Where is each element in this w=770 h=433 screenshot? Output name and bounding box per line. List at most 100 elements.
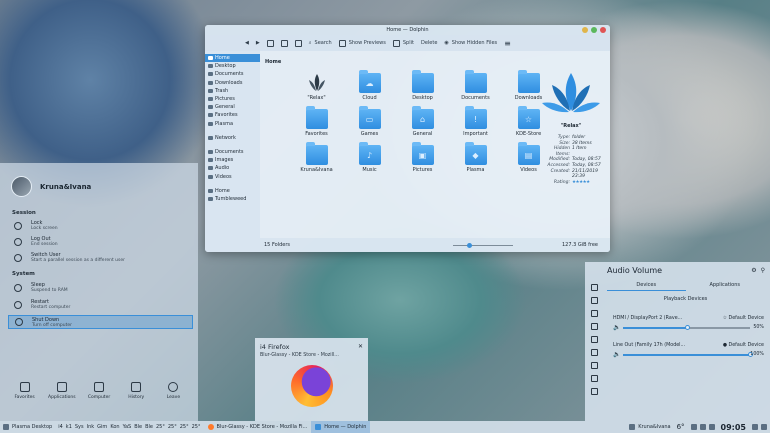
- folder-item[interactable]: "Relax": [290, 73, 343, 101]
- pager-item[interactable]: YaS: [123, 424, 132, 430]
- default-device-radio[interactable]: ☆ Default Device: [723, 316, 764, 321]
- updates-icon[interactable]: [590, 375, 598, 382]
- place-downloads[interactable]: Downloads: [205, 79, 260, 87]
- disks-icon[interactable]: [590, 349, 598, 356]
- split-button[interactable]: Split: [392, 39, 414, 47]
- place-pictures[interactable]: Pictures: [205, 95, 260, 103]
- folder-item[interactable]: Documents: [449, 70, 502, 101]
- minimize-icon[interactable]: [582, 27, 588, 33]
- task-firefox[interactable]: Blur-Glassy - KDE Store - Mozilla Fi...: [204, 421, 312, 433]
- notifications-icon[interactable]: [590, 297, 598, 304]
- place-search-documents[interactable]: Documents: [205, 148, 260, 156]
- network-icon[interactable]: [708, 424, 715, 430]
- sleep-button[interactable]: Sleep Suspend to RAM: [14, 282, 68, 293]
- tab-favorites[interactable]: Favorites: [6, 382, 43, 410]
- tab-applications[interactable]: Applications: [686, 279, 765, 291]
- volume-slider[interactable]: [623, 354, 750, 356]
- breadcrumb[interactable]: Home: [265, 59, 281, 65]
- folder-item[interactable]: ▭ Games: [343, 106, 396, 137]
- pager-item[interactable]: Ble: [145, 424, 153, 430]
- volume-slider-handle[interactable]: [684, 325, 690, 330]
- place-desktop[interactable]: Desktop: [205, 62, 260, 70]
- pager-item[interactable]: Gim: [97, 424, 107, 430]
- tab-computer[interactable]: Computer: [80, 382, 117, 410]
- speaker-icon[interactable]: 🔈: [613, 351, 620, 358]
- volume-icon[interactable]: [699, 424, 706, 430]
- folder-item[interactable]: ♪ Music: [343, 142, 396, 173]
- configure-icon[interactable]: ⚙: [751, 267, 756, 274]
- pager-item[interactable]: Kon: [110, 424, 119, 430]
- vault-icon[interactable]: [590, 323, 598, 330]
- folder-item[interactable]: ▣ Pictures: [396, 142, 449, 173]
- place-network[interactable]: Network: [205, 134, 260, 142]
- forward-icon[interactable]: ▶: [256, 40, 260, 46]
- display-icon[interactable]: [590, 362, 598, 369]
- folder-item[interactable]: ☁ Cloud: [343, 70, 396, 101]
- weather-widget[interactable]: 6°: [674, 421, 688, 433]
- place-general[interactable]: General: [205, 103, 260, 111]
- icons-view-icon[interactable]: [266, 39, 274, 47]
- place-plasma[interactable]: Plasma: [205, 120, 260, 128]
- pager-item[interactable]: 25°: [180, 424, 189, 430]
- folder-item[interactable]: ◆ Plasma: [449, 142, 502, 173]
- clock[interactable]: 09:05: [718, 421, 749, 433]
- place-search-images[interactable]: Images: [205, 156, 260, 164]
- network-icon[interactable]: [590, 336, 598, 343]
- tab-applications[interactable]: Applications: [43, 382, 80, 410]
- pager-item[interactable]: Sys: [75, 424, 84, 430]
- pager-item[interactable]: 25°: [192, 424, 201, 430]
- firefox-task-preview[interactable]: i4 Firefox Blur-Glassy - KDE Store - Moz…: [255, 338, 368, 421]
- zoom-slider[interactable]: [453, 242, 514, 248]
- speaker-icon[interactable]: 🔈: [613, 324, 620, 331]
- monitor-icon[interactable]: [590, 388, 598, 395]
- pager-item[interactable]: 25°: [168, 424, 177, 430]
- place-trash[interactable]: Trash: [205, 87, 260, 95]
- folder-item[interactable]: Desktop: [396, 70, 449, 101]
- back-icon[interactable]: ◀: [245, 40, 249, 46]
- place-search-audio[interactable]: Audio: [205, 164, 260, 172]
- place-device-tumbleweed[interactable]: Tumbleweed: [205, 195, 260, 203]
- tab-history[interactable]: History: [118, 382, 155, 410]
- place-search-videos[interactable]: Videos: [205, 172, 260, 180]
- pager-item[interactable]: 25°: [156, 424, 165, 430]
- lock-button[interactable]: Lock Lock screen: [14, 220, 58, 231]
- compact-view-icon[interactable]: [280, 39, 288, 47]
- shut-down-button[interactable]: Shut Down Turn off computer: [8, 315, 193, 329]
- close-icon[interactable]: [600, 27, 606, 33]
- volume-icon[interactable]: [590, 310, 598, 317]
- place-favorites[interactable]: Favorites: [205, 111, 260, 119]
- folder-item[interactable]: Kruna&Ivana: [290, 142, 343, 173]
- rating-stars[interactable]: ★★★★★: [572, 180, 606, 186]
- delete-button[interactable]: Delete: [421, 40, 437, 46]
- pager-item[interactable]: Ble: [134, 424, 142, 430]
- show-previews-button[interactable]: Show Previews: [338, 39, 386, 47]
- place-home[interactable]: Home: [205, 54, 260, 63]
- close-icon[interactable]: ✕: [358, 343, 363, 350]
- log-out-button[interactable]: Log Out End session: [14, 236, 58, 247]
- restart-button[interactable]: Restart Restart computer: [14, 299, 70, 310]
- show-desktop-button[interactable]: [749, 421, 770, 433]
- details-view-icon[interactable]: [294, 39, 302, 47]
- tab-leave[interactable]: Leave: [155, 382, 192, 410]
- user-switcher[interactable]: Kruna&Ivana: [626, 421, 673, 433]
- clipboard-icon[interactable]: [590, 284, 598, 291]
- bluetooth-icon[interactable]: [690, 424, 697, 430]
- place-device-home[interactable]: Home: [205, 187, 260, 195]
- avatar[interactable]: [11, 176, 32, 197]
- dolphin-titlebar[interactable]: Home — Dolphin: [205, 25, 610, 35]
- tab-devices[interactable]: Devices: [607, 279, 686, 291]
- maximize-icon[interactable]: [591, 27, 597, 33]
- folder-item[interactable]: ⌂ General: [396, 106, 449, 137]
- pager-item[interactable]: Ink: [87, 424, 95, 430]
- pager-item[interactable]: k1: [66, 424, 72, 430]
- place-documents[interactable]: Documents: [205, 70, 260, 78]
- pager-item[interactable]: i4: [58, 424, 63, 430]
- folder-item[interactable]: ! Important: [449, 106, 502, 137]
- folder-item[interactable]: Favorites: [290, 106, 343, 137]
- search-button[interactable]: ⌕ Search: [309, 40, 332, 46]
- show-hidden-files-button[interactable]: ◉ Show Hidden Files: [444, 40, 497, 46]
- pin-icon[interactable]: ⚲: [761, 267, 765, 274]
- switch-user-button[interactable]: Switch User Start a parallel session as a…: [14, 252, 125, 263]
- task-dolphin[interactable]: Home — Dolphin: [311, 421, 371, 433]
- start-menu-button[interactable]: Plasma Desktop: [0, 421, 55, 433]
